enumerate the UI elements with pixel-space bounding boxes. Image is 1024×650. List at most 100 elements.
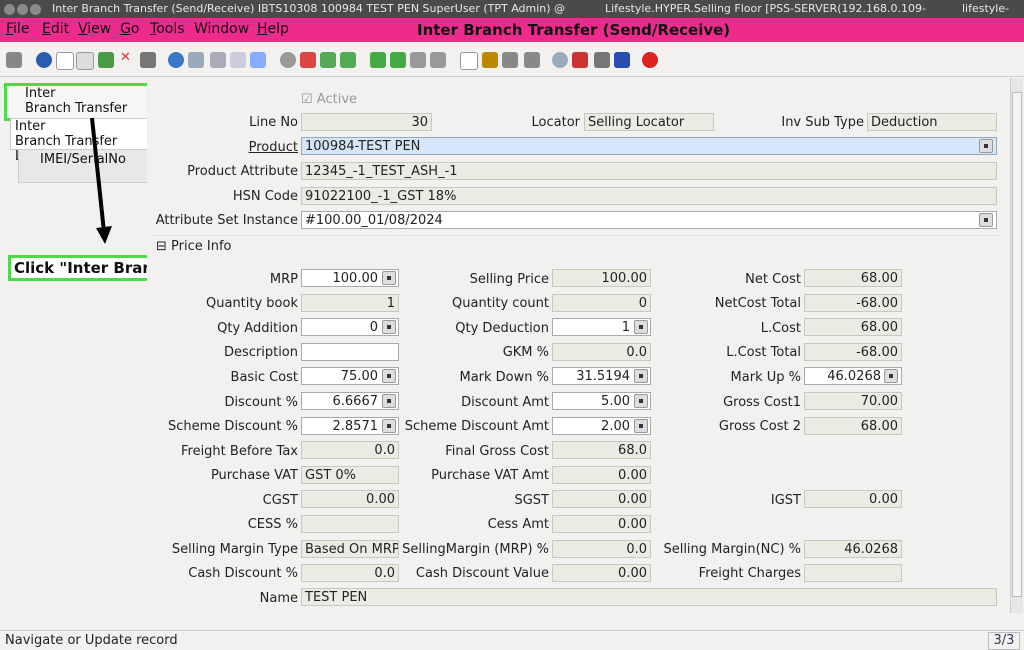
- archive-icon[interactable]: [482, 52, 498, 68]
- separator: [153, 235, 998, 236]
- line-no-field[interactable]: 30: [301, 113, 432, 131]
- line-no-label: Line No: [249, 115, 298, 130]
- cgst-field[interactable]: 0.00: [301, 490, 399, 508]
- cess-amt-field[interactable]: 0.00: [552, 515, 651, 533]
- cash-discount-pct-field[interactable]: 0.0: [301, 564, 399, 582]
- previous-record-icon[interactable]: [390, 52, 406, 68]
- menu-tools[interactable]: Tools: [150, 21, 185, 37]
- locator-label: Locator: [531, 115, 580, 130]
- scheme-discount-calc-icon[interactable]: [382, 419, 396, 433]
- quantity-count-field[interactable]: 0: [552, 294, 651, 312]
- zoom-icon[interactable]: [552, 52, 568, 68]
- igst-field[interactable]: 0.00: [804, 490, 902, 508]
- report-icon[interactable]: [280, 52, 296, 68]
- title-bar: Inter Branch Transfer (Send/Receive) IBT…: [0, 0, 1024, 18]
- request-icon[interactable]: [594, 52, 610, 68]
- qty-addition-label: Qty Addition: [217, 321, 298, 336]
- mrp-calc-icon[interactable]: [382, 271, 396, 285]
- net-cost-field[interactable]: 68.00: [804, 269, 902, 287]
- igst-label: IGST: [770, 493, 801, 508]
- name-field[interactable]: TEST PEN: [301, 588, 997, 606]
- selling-margin-nc-field[interactable]: 46.0268: [804, 540, 902, 558]
- active-checkbox[interactable]: ☑ Active: [301, 92, 357, 107]
- toolbar: ✕: [0, 44, 1024, 77]
- qty-deduction-calc-icon[interactable]: [634, 320, 648, 334]
- description-field[interactable]: [301, 343, 399, 361]
- mark-up-calc-icon[interactable]: [884, 369, 898, 383]
- back-icon[interactable]: [320, 52, 336, 68]
- mrp-label: MRP: [269, 272, 298, 287]
- freight-before-tax-field[interactable]: 0.0: [301, 441, 399, 459]
- quantity-book-field[interactable]: 1: [301, 294, 399, 312]
- vertical-scrollbar[interactable]: [1010, 78, 1023, 613]
- cess-pct-field[interactable]: [301, 515, 399, 533]
- hsn-code-field[interactable]: 91022100_-1_GST 18%: [301, 187, 997, 205]
- chat-icon[interactable]: [230, 52, 246, 68]
- product-info-icon[interactable]: [614, 52, 630, 68]
- exit-icon[interactable]: [642, 52, 658, 68]
- mark-down-pct-label: Mark Down %: [459, 370, 549, 385]
- qty-addition-calc-icon[interactable]: [382, 320, 396, 334]
- purchase-vat-field[interactable]: GST 0%: [301, 466, 399, 484]
- lcost-total-label: L.Cost Total: [726, 345, 801, 360]
- scheme-discount-pct-label: Scheme Discount %: [168, 419, 298, 434]
- netcost-total-label: NetCost Total: [714, 296, 801, 311]
- freight-charges-field[interactable]: [804, 564, 902, 582]
- scrollbar-thumb[interactable]: [1012, 92, 1022, 597]
- lcost-field[interactable]: 68.00: [804, 318, 902, 336]
- attribute-set-instance-field[interactable]: #100.00_01/08/2024: [301, 211, 997, 229]
- workflow-icon[interactable]: [572, 52, 588, 68]
- product-field[interactable]: 100984-TEST PEN: [301, 137, 997, 155]
- basic-cost-label: Basic Cost: [230, 370, 298, 385]
- selling-price-field[interactable]: 100.00: [552, 269, 651, 287]
- product-attribute-field[interactable]: 12345_-1_TEST_ASH_-1: [301, 162, 997, 180]
- discount-pct-calc-icon[interactable]: [382, 394, 396, 408]
- selling-margin-type-field[interactable]: Based On MRP: [301, 540, 399, 558]
- detail-icon[interactable]: [460, 52, 478, 70]
- gross-cost2-label: Gross Cost 2: [718, 419, 801, 434]
- last-record-icon[interactable]: [430, 52, 446, 68]
- price-info-section[interactable]: ⊟ Price Info: [156, 239, 231, 254]
- menu-window[interactable]: Window: [194, 21, 249, 37]
- print-preview-icon[interactable]: [502, 52, 518, 68]
- scheme-discount-amt-calc-icon[interactable]: [634, 419, 648, 433]
- print-icon[interactable]: [524, 52, 540, 68]
- final-gross-cost-field[interactable]: 68.0: [552, 441, 651, 459]
- gross-cost1-label: Gross Cost1: [723, 395, 801, 410]
- discount-amt-label: Discount Amt: [461, 395, 549, 410]
- net-cost-label: Net Cost: [745, 272, 801, 287]
- inv-sub-type-field[interactable]: Deduction: [867, 113, 997, 131]
- locator-field[interactable]: Selling Locator: [584, 113, 714, 131]
- lcost-total-field[interactable]: -68.00: [804, 343, 902, 361]
- record-counter[interactable]: 3/3: [988, 632, 1020, 650]
- sgst-field[interactable]: 0.00: [552, 490, 651, 508]
- basic-cost-calc-icon[interactable]: [382, 369, 396, 383]
- quantity-book-label: Quantity book: [206, 296, 298, 311]
- refresh-icon[interactable]: [168, 52, 184, 68]
- cess-pct-label: CESS %: [247, 517, 298, 532]
- gkm-pct-field[interactable]: 0.0: [552, 343, 651, 361]
- gross-cost2-field[interactable]: 68.00: [804, 417, 902, 435]
- attachment-icon[interactable]: [210, 52, 226, 68]
- netcost-total-field[interactable]: -68.00: [804, 294, 902, 312]
- history-icon[interactable]: [250, 52, 266, 68]
- gross-cost1-field[interactable]: 70.00: [804, 392, 902, 410]
- home-icon[interactable]: [300, 52, 316, 68]
- menu-help[interactable]: Help: [257, 21, 289, 37]
- asi-lookup-icon[interactable]: [979, 213, 993, 227]
- qty-deduction-label: Qty Deduction: [455, 321, 549, 336]
- find-icon[interactable]: [188, 52, 204, 68]
- sgst-label: SGST: [514, 493, 549, 508]
- menu-bar: File Edit View Go Tools Window Help Inte…: [0, 18, 1024, 42]
- first-record-icon[interactable]: [370, 52, 386, 68]
- cash-discount-value-field[interactable]: 0.00: [552, 564, 651, 582]
- purchase-vat-amt-field[interactable]: 0.00: [552, 466, 651, 484]
- forward-icon[interactable]: [340, 52, 356, 68]
- description-label: Description: [223, 345, 298, 360]
- selling-margin-mrp-field[interactable]: 0.0: [552, 540, 651, 558]
- next-record-icon[interactable]: [410, 52, 426, 68]
- purchase-vat-label: Purchase VAT: [210, 468, 298, 483]
- discount-amt-calc-icon[interactable]: [634, 394, 648, 408]
- product-lookup-icon[interactable]: [979, 139, 993, 153]
- mark-down-calc-icon[interactable]: [634, 369, 648, 383]
